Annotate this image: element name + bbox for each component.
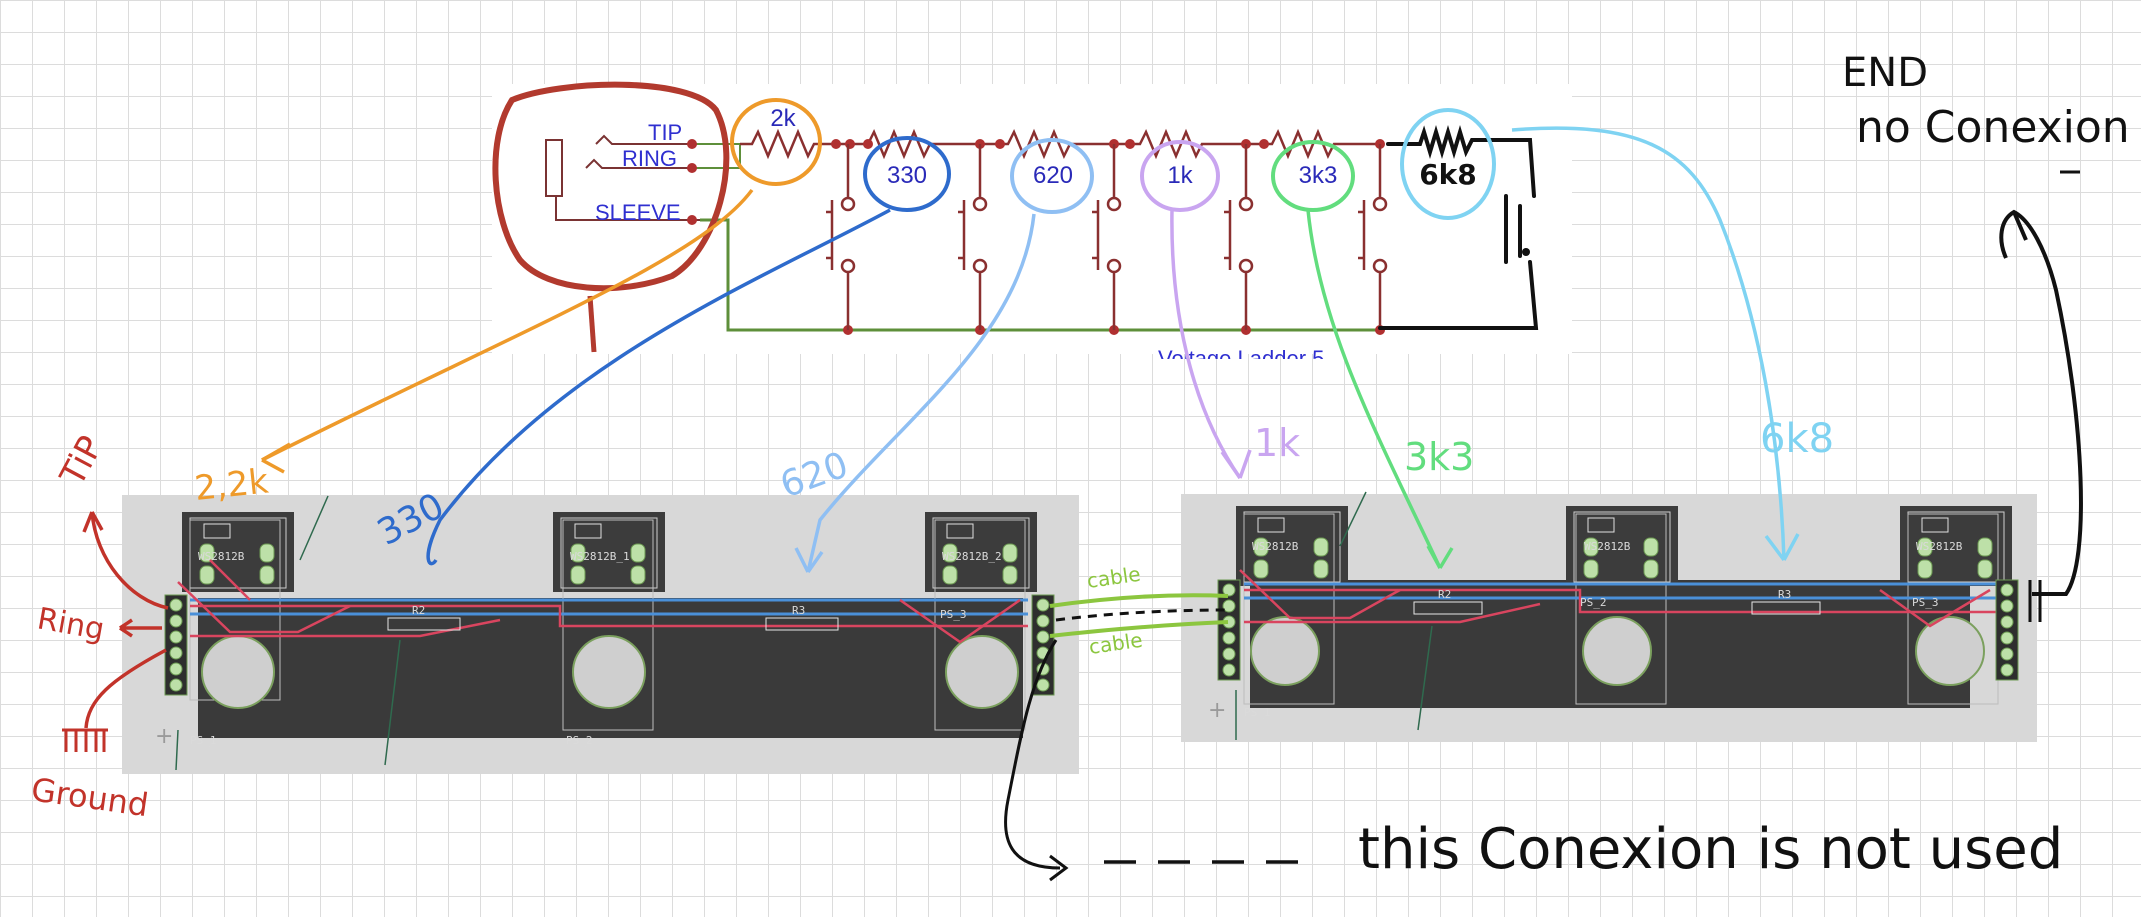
resistor-label-2k: 2k [770,105,796,132]
pcb2-resistor-1: R2 [1438,588,1451,601]
pcb2-mount-hole-1 [1250,616,1320,686]
pcb1-pad-label-2: PS_2 [566,734,593,747]
label-1k: 1k [1254,421,1300,465]
pcb2-pad-label-3: PS_3 [1912,596,1939,609]
pcb2-mount-hole-2 [1582,616,1652,686]
label-6k8: 6k8 [1760,416,1834,462]
pcb2-module-2-label: WS2812B [1584,540,1631,553]
label-2k2: 2,2k [193,461,271,509]
resistor-label-620: 620 [1033,162,1073,189]
pcb1-pad-label-1: PS_1 [190,734,217,747]
label-ring: Ring [35,601,107,647]
pcb1-pad-label-3: PS_3 [940,608,967,621]
pcb2-resistor-2: R3 [1778,588,1791,601]
label-no-connection: no Conexion [1856,102,2130,153]
label-end: END [1842,50,1928,96]
pcb-board-2: WS2812B WS2812B WS2812B R2 R3 PS_1 PS_2 … [1181,491,2037,742]
resistor-label-330: 330 [887,162,927,189]
circuit-diagram: TIP RING SLEEVE 2k 330 620 1k 3k3 Voltag… [29,50,2130,882]
pcb1-module-2-label: WS2812B_1 [570,550,630,563]
schematic-caption-clip: Voltage Ladder 5 [1158,346,1324,371]
jack-ring-label: RING [622,146,677,171]
pcb2-module-1-label: WS2812B [1252,540,1299,553]
note-unused-connection: this Conexion is not used [1358,817,2063,882]
pcb1-mount-hole-3 [945,635,1019,709]
pcb1-mount-hole-1 [201,635,275,709]
pcb2-module-3-label: WS2812B [1916,540,1963,553]
label-tip: TiP [52,430,111,494]
pcb1-module-1-label: WS2812B [198,550,245,563]
schematic-caption: Voltage Ladder 5 [1158,346,1324,371]
pcb2-pad-label-1: PS_1 [1244,706,1271,719]
jack-tip-label: TIP [648,120,682,145]
resistor-label-1k: 1k [1167,162,1193,189]
label-ground: Ground [29,770,151,824]
pcb2-pad-label-2: PS_2 [1580,596,1607,609]
label-3k3: 3k3 [1404,435,1474,479]
ground-symbol [62,728,108,752]
label-cable-1: cable [1085,562,1142,593]
pcb1-resistor-2: R3 [792,604,805,617]
resistor-label-3k3: 3k3 [1299,162,1338,189]
pcb2-mount-hole-3 [1915,616,1985,686]
label-6k8-handwritten: 6k8 [1419,158,1477,191]
pcb2-plus-marker: + [1208,698,1226,723]
pcb1-plus-marker: + [155,724,173,749]
pcb1-mount-hole-2 [572,635,646,709]
pcb-board-1: WS2812B WS2812B_1 WS2812B_2 R2 R3 PS_1 P… [122,495,1079,774]
pcb1-resistor-1: R2 [412,604,425,617]
jack-sleeve-label: SLEEVE [595,200,681,225]
pcb1-module-3-label: WS2812B_2 [942,550,1002,563]
